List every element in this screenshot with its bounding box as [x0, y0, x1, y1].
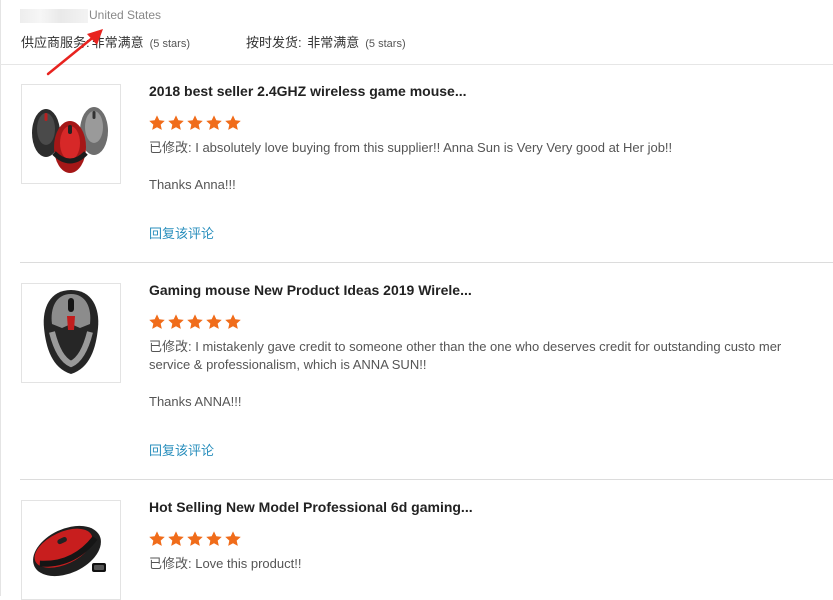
shipping-label: 按时发货: [246, 35, 302, 50]
product-title-link[interactable]: 2018 best seller 2.4GHZ wireless game mo… [149, 83, 467, 99]
supplier-service-stars: (5 stars) [149, 38, 190, 50]
star-icon [187, 531, 203, 546]
star-icon [206, 531, 222, 546]
reply-review-link[interactable]: 回复该评论 [149, 223, 214, 242]
star-rating [148, 313, 242, 331]
gray-mouse-icon [43, 290, 99, 374]
star-icon [168, 115, 184, 130]
star-icon [225, 531, 241, 546]
review-thanks: Thanks ANNA!!! [149, 394, 242, 409]
product-thumbnail[interactable] [21, 283, 121, 383]
star-icon [149, 115, 165, 130]
star-icon [168, 314, 184, 329]
review-comment: 已修改: I absolutely love buying from this … [149, 140, 673, 155]
blurred-buyer-name [20, 9, 88, 23]
review-comment: 已修改: Love this product!! [149, 556, 302, 571]
star-rating [148, 530, 242, 548]
mouse-trio-icon [32, 107, 108, 173]
star-icon [225, 115, 241, 130]
star-rating [148, 114, 242, 132]
star-icon [225, 314, 241, 329]
product-title-link[interactable]: Gaming mouse New Product Ideas 2019 Wire… [149, 282, 472, 298]
shipping-value: 非常满意 [307, 35, 360, 50]
star-icon [187, 115, 203, 130]
product-title-link[interactable]: Hot Selling New Model Professional 6d ga… [149, 499, 473, 515]
shipping-rating: 按时发货: 非常满意 (5 stars) [246, 32, 406, 51]
star-icon [168, 531, 184, 546]
star-icon [149, 314, 165, 329]
review-divider [20, 479, 833, 480]
review-thanks: Thanks Anna!!! [149, 177, 236, 192]
reply-review-link[interactable]: 回复该评论 [149, 440, 214, 459]
product-thumbnail[interactable] [21, 84, 121, 184]
buyer-country: United States [89, 8, 162, 22]
product-thumbnail[interactable] [21, 500, 121, 600]
star-icon [206, 314, 222, 329]
annotation-arrow-icon [46, 29, 103, 76]
star-icon [187, 314, 203, 329]
star-icon [206, 115, 222, 130]
star-icon [149, 531, 165, 546]
review-comment: 已修改: I mistakenly gave credit to someone… [149, 339, 782, 372]
buyer-feedback-header: United States 供应商服务: 非常满意 (5 stars) 按时发货: … [0, 0, 833, 76]
shipping-stars: (5 stars) [365, 38, 406, 50]
review-divider [20, 262, 833, 263]
red-mouse-icon [33, 525, 106, 577]
left-border [0, 0, 1, 596]
